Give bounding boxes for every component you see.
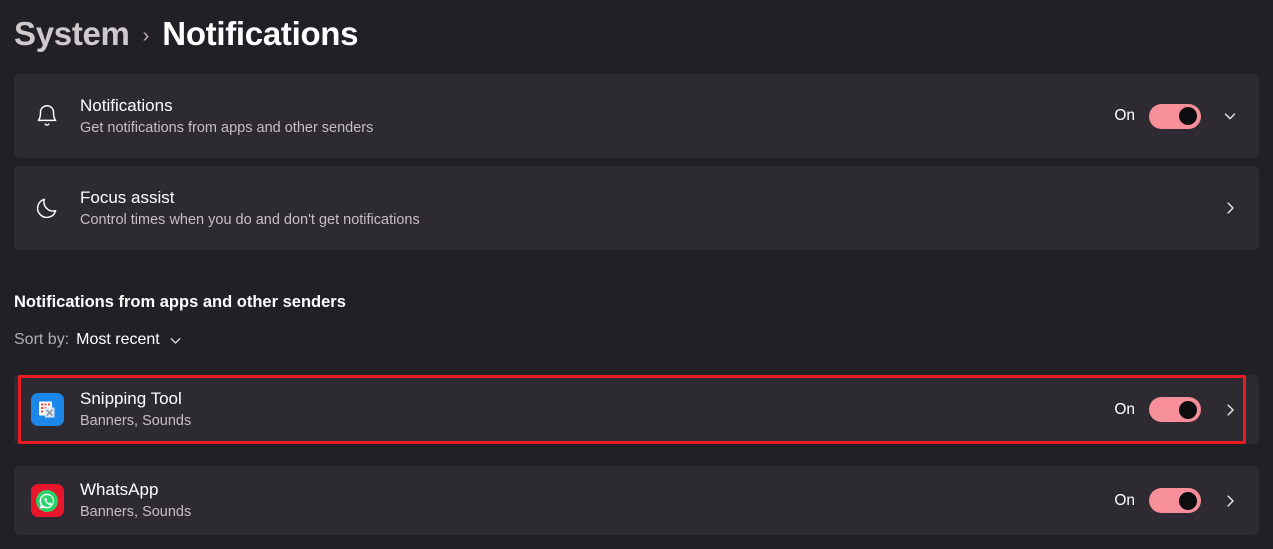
app-name: WhatsApp <box>80 480 159 499</box>
sort-by-label: Sort by: <box>14 331 70 348</box>
app-name: Snipping Tool <box>80 389 182 408</box>
app-row-snipping-tool[interactable]: Snipping Tool Banners, Sounds On <box>14 375 1259 444</box>
app-subtitle: Banners, Sounds <box>80 413 192 429</box>
row-texts: Notifications Get notifications from app… <box>80 96 373 137</box>
row-subtitle: Get notifications from apps and other se… <box>80 119 374 136</box>
notifications-toggle[interactable] <box>1149 103 1201 129</box>
row-controls: On <box>1113 395 1259 425</box>
chevron-down-icon[interactable] <box>167 332 184 349</box>
toggle-state-label: On <box>1114 491 1135 509</box>
whatsapp-toggle[interactable] <box>1149 488 1201 513</box>
row-texts: Snipping Tool Banners, Sounds <box>80 389 191 430</box>
toggle-state-label: On <box>1114 400 1135 418</box>
row-texts: Focus assist Control times when you do a… <box>80 188 420 229</box>
toggle-knob <box>1179 107 1197 125</box>
toggle-state-label: On <box>1114 107 1135 124</box>
page-title: Notifications <box>162 15 359 52</box>
bell-icon <box>14 103 80 129</box>
row-content: Focus assist Control times when you do a… <box>14 188 1215 229</box>
snipping-tool-icon <box>14 393 80 426</box>
sort-by-value: Most recent <box>76 331 160 348</box>
toggle-knob <box>1179 400 1197 419</box>
app-tile <box>30 484 64 517</box>
settings-row-focus-assist[interactable]: Focus assist Control times when you do a… <box>14 166 1259 250</box>
breadcrumb-separator-icon: › <box>142 24 150 47</box>
app-tile <box>30 393 64 426</box>
row-title: Notifications <box>80 95 173 115</box>
row-content: Snipping Tool Banners, Sounds <box>14 389 1113 430</box>
row-subtitle: Control times when you do and don't get … <box>80 211 420 228</box>
app-row-whatsapp[interactable]: WhatsApp Banners, Sounds On <box>14 466 1259 535</box>
settings-notifications-page: System › Notifications Notifications Get… <box>0 0 1273 549</box>
breadcrumb-parent-system[interactable]: System <box>14 15 130 53</box>
row-controls: On <box>1113 486 1259 516</box>
whatsapp-icon <box>14 484 80 517</box>
breadcrumb: System › Notifications <box>14 6 359 62</box>
row-title: Focus assist <box>80 187 175 207</box>
settings-row-notifications[interactable]: Notifications Get notifications from app… <box>14 74 1259 158</box>
sort-by-control[interactable]: Sort by: Most recent <box>14 331 184 349</box>
row-controls <box>1215 193 1259 223</box>
row-controls: On <box>1113 101 1259 131</box>
snipping-tool-toggle[interactable] <box>1149 397 1201 422</box>
moon-icon <box>14 195 80 221</box>
app-subtitle: Banners, Sounds <box>80 504 192 520</box>
chevron-right-icon[interactable] <box>1215 193 1245 223</box>
chevron-right-icon[interactable] <box>1215 486 1245 516</box>
chevron-down-icon[interactable] <box>1215 101 1245 131</box>
section-heading: Notifications from apps and other sender… <box>14 293 346 311</box>
row-texts: WhatsApp Banners, Sounds <box>80 480 191 521</box>
row-content: WhatsApp Banners, Sounds <box>14 480 1113 521</box>
toggle-knob <box>1179 491 1197 510</box>
row-content: Notifications Get notifications from app… <box>14 96 1113 137</box>
chevron-right-icon[interactable] <box>1215 395 1245 425</box>
